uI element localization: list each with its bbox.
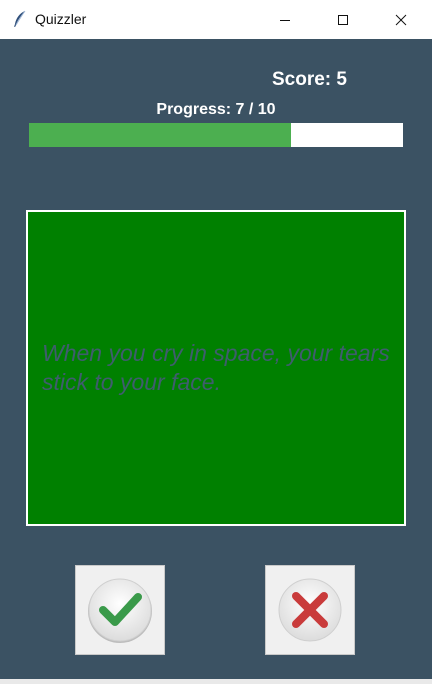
false-button[interactable] bbox=[265, 565, 355, 655]
score-label: Score: 5 bbox=[272, 69, 347, 90]
close-icon bbox=[395, 14, 407, 25]
minimize-button[interactable] bbox=[256, 0, 314, 39]
close-button[interactable] bbox=[372, 0, 430, 39]
window-title: Quizzler bbox=[35, 11, 87, 27]
window-titlebar: Quizzler bbox=[0, 0, 432, 40]
progress-label: Progress: 7 / 10 bbox=[156, 101, 276, 118]
maximize-button[interactable] bbox=[314, 0, 372, 39]
checkmark-icon bbox=[88, 578, 152, 643]
quiz-panel: Score: 5 Progress: 7 / 10 When you cry i… bbox=[0, 39, 432, 679]
progress-bar-fill bbox=[29, 123, 291, 147]
question-text: When you cry in space, your tears stick … bbox=[42, 340, 390, 395]
progress-bar bbox=[29, 123, 403, 147]
window-bottom-edge bbox=[0, 679, 432, 684]
true-button[interactable] bbox=[75, 565, 165, 655]
cross-icon bbox=[278, 578, 342, 642]
question-card: When you cry in space, your tears stick … bbox=[26, 210, 406, 526]
maximize-icon bbox=[338, 14, 348, 25]
minimize-icon bbox=[280, 19, 290, 21]
feather-icon bbox=[12, 10, 28, 28]
